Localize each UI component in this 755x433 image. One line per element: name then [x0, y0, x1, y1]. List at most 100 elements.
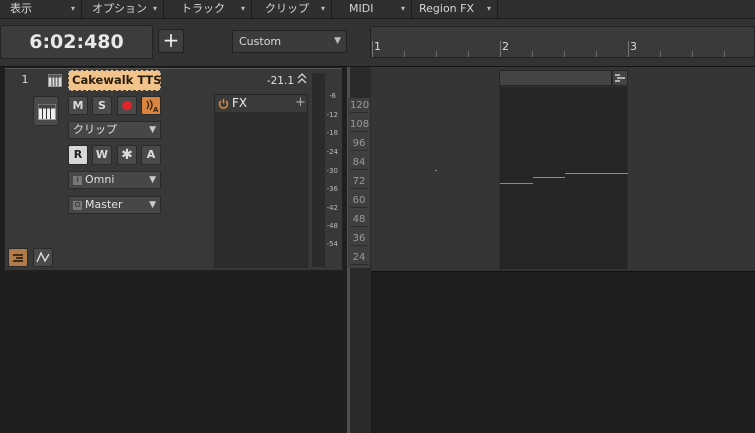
fx-bin[interactable]: FX +: [214, 94, 308, 268]
input-value: Omni: [85, 173, 115, 186]
ruler-tick: [628, 41, 629, 57]
ruler-tick: [436, 51, 437, 57]
scale-label: 120: [350, 100, 370, 113]
chevron-down-icon: ▼: [149, 175, 156, 185]
meter-label: -48: [326, 222, 338, 230]
ruler-tick: [532, 51, 533, 57]
meter-label: -54: [326, 240, 338, 248]
preset-dropdown[interactable]: Custom ▼: [232, 30, 347, 53]
menu-view-label: 表示: [10, 2, 32, 15]
scale-label: 36: [350, 233, 368, 246]
chevron-down-icon: ▾: [240, 4, 245, 13]
track-view-button[interactable]: [8, 248, 28, 267]
ruler-tick: [564, 51, 565, 57]
record-button[interactable]: [117, 96, 137, 115]
output-value: Master: [85, 198, 123, 211]
svg-text:A: A: [153, 106, 159, 114]
freeze-button[interactable]: ✱: [117, 145, 137, 165]
ruler-tick: [500, 41, 501, 57]
fx-label: FX: [232, 96, 248, 110]
menu-clip-label: クリップ: [265, 2, 309, 15]
chevron-down-icon: ▼: [334, 36, 341, 46]
fx-add-icon[interactable]: +: [295, 95, 306, 110]
preset-value: Custom: [239, 35, 282, 48]
chevron-down-icon: ▾: [320, 4, 325, 13]
scale-label: 84: [350, 157, 368, 170]
ruler-tick: [692, 51, 693, 57]
ruler-mark: 3: [630, 40, 637, 53]
output-dropdown[interactable]: O Master ▼: [68, 196, 161, 214]
track-number: 1: [21, 73, 29, 86]
read-automation-button[interactable]: R: [68, 145, 88, 165]
piano-icon: [48, 74, 62, 87]
midi-note[interactable]: [500, 183, 533, 184]
collapse-up-icon[interactable]: [297, 73, 307, 85]
scale-label: 48: [350, 214, 368, 227]
meter-label: -30: [326, 167, 338, 175]
midi-note[interactable]: [565, 173, 628, 174]
track-name-field[interactable]: Cakewalk TTS-: [68, 70, 161, 91]
ruler-tick: [372, 41, 373, 57]
chevron-down-icon: ▾: [70, 4, 75, 13]
track-view-icon: [13, 254, 23, 262]
input-echo-icon: A: [146, 99, 159, 114]
marker-dot: [435, 170, 437, 171]
menu-midi[interactable]: MIDI ▾: [332, 0, 412, 18]
timeline-ruler[interactable]: 1 2 3: [370, 26, 755, 58]
menu-options[interactable]: オプション ▾: [82, 0, 164, 18]
menu-region-fx[interactable]: Region FX ▾: [412, 0, 498, 18]
automation-lane-icon: [36, 251, 50, 263]
meter-label: -36: [326, 185, 338, 193]
menu-options-label: オプション: [92, 2, 147, 15]
chevron-down-icon: ▾: [152, 4, 157, 13]
input-tag: I: [73, 176, 82, 185]
menu-clip[interactable]: クリップ ▾: [252, 0, 332, 18]
input-dropdown[interactable]: I Omni ▼: [68, 171, 161, 189]
ruler-tick: [468, 51, 469, 57]
output-tag: O: [73, 201, 82, 210]
meter-label: -6: [329, 92, 336, 100]
input-echo-button[interactable]: A: [141, 96, 161, 115]
record-icon: [122, 100, 132, 111]
clip-mode-dropdown[interactable]: クリップ ▼: [68, 121, 161, 139]
chevron-down-icon: ▾: [400, 4, 405, 13]
automation-lane-button[interactable]: [33, 248, 53, 267]
menu-track-label: トラック: [181, 2, 225, 15]
chevron-down-icon: ▾: [486, 4, 491, 13]
menu-view[interactable]: 表示 ▾: [0, 0, 82, 18]
scale-label: 60: [350, 195, 368, 208]
ruler-tick: [404, 51, 405, 57]
instrument-icon-button[interactable]: [33, 96, 59, 126]
midi-note[interactable]: [533, 177, 565, 178]
ruler-tick: [596, 51, 597, 57]
midi-clip[interactable]: [499, 86, 628, 270]
meter-label: -18: [326, 129, 338, 137]
ruler-mark: 1: [374, 40, 381, 53]
clip-mode-value: クリップ: [73, 123, 117, 136]
scale-label: 108: [350, 119, 370, 132]
chevron-down-icon: ▼: [149, 125, 156, 135]
menu-midi-label: MIDI: [349, 2, 374, 15]
clip-header[interactable]: [499, 70, 612, 86]
menu-bar: 表示 ▾ オプション ▾ トラック ▾ クリップ ▾ MIDI ▾ Region FX ▾: [0, 0, 755, 19]
chevron-down-icon: ▼: [149, 200, 156, 210]
solo-button[interactable]: S: [92, 96, 112, 115]
meter-label: -24: [326, 148, 338, 156]
scale-label: 24: [350, 252, 368, 265]
track-volume-value[interactable]: -21.1: [262, 75, 294, 87]
clip-menu-button[interactable]: [612, 70, 628, 86]
scale-label: 72: [350, 176, 368, 189]
now-time-display[interactable]: 6:02:480: [0, 25, 153, 59]
meter-label: -12: [326, 111, 338, 119]
ruler-mark: 2: [502, 40, 509, 53]
menu-track[interactable]: トラック ▾: [164, 0, 252, 18]
mute-button[interactable]: M: [68, 96, 88, 115]
ruler-tick: [660, 51, 661, 57]
add-button[interactable]: +: [158, 29, 184, 53]
piano-icon: [38, 104, 56, 120]
power-icon[interactable]: [218, 98, 229, 109]
archive-button[interactable]: A: [141, 145, 161, 165]
menu-region-fx-label: Region FX: [419, 2, 475, 15]
meter-label: -42: [326, 204, 338, 212]
write-automation-button[interactable]: W: [92, 145, 112, 165]
